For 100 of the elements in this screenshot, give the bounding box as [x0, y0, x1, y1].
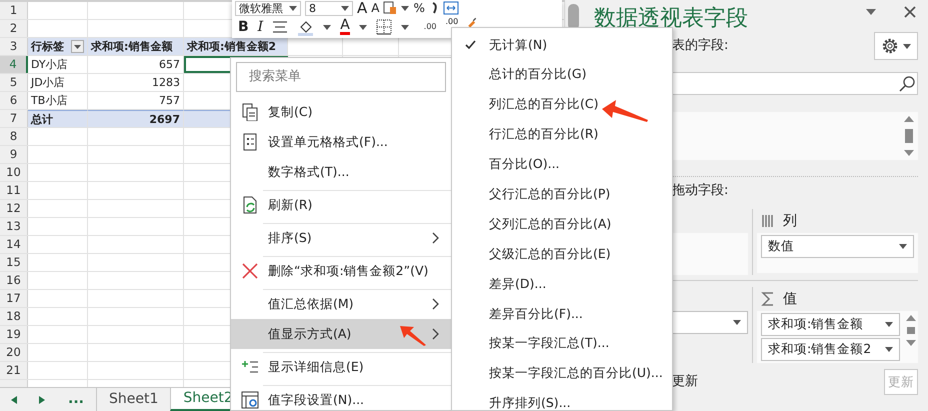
sum-icon	[761, 292, 775, 306]
refresh-icon	[240, 196, 258, 214]
font-color-button[interactable]: A	[340, 19, 350, 35]
format-button[interactable]: .00	[446, 17, 458, 26]
table-cell: DY小店	[31, 58, 68, 71]
field-dropdown[interactable]: 数值	[761, 235, 914, 258]
column-header: 行标签	[31, 40, 64, 53]
field-dropdown[interactable]: 求和项:销售金额2	[761, 338, 900, 361]
caret-icon[interactable]	[400, 24, 409, 30]
menu-item[interactable]: 差异百分比(F)...	[452, 299, 672, 329]
table-cell: 总计	[28, 110, 88, 127]
table-cell: JD小店	[31, 76, 65, 89]
row-number: 15	[0, 254, 28, 271]
field-settings-icon	[240, 391, 258, 409]
scrollbar-icon[interactable]	[906, 315, 916, 347]
search-icon	[899, 76, 915, 92]
column-header: 求和项:销售金额2	[184, 38, 288, 55]
field-dropdown[interactable]	[672, 311, 748, 334]
bold-button[interactable]: B	[238, 20, 249, 34]
menu-item[interactable]: 值显示方式(A)	[231, 319, 451, 349]
settings-icon	[881, 37, 899, 55]
caret-icon	[903, 44, 911, 48]
menu-item[interactable]: 设置单元格格式(F)...	[231, 127, 451, 157]
caret-icon	[899, 244, 907, 249]
row-number: 8	[0, 128, 28, 145]
row-number: 9	[0, 146, 28, 163]
copy-icon	[240, 103, 258, 121]
menu-item[interactable]: 父列汇总的百分比(A)	[452, 209, 672, 240]
font-shrink-button[interactable]: A	[371, 2, 380, 14]
row-number: 4	[0, 56, 28, 73]
caret-icon[interactable]	[401, 6, 410, 10]
menu-item[interactable]: 按某一字段汇总(T)...	[452, 328, 672, 359]
italic-button[interactable]: I	[258, 20, 264, 34]
menu-item[interactable]: 总计的百分比(G)	[452, 60, 672, 90]
row-number: 7	[0, 110, 28, 127]
close-icon[interactable]	[904, 6, 916, 18]
chevron-right-icon	[432, 298, 439, 310]
wrap-icon[interactable]	[442, 1, 459, 15]
menu-item[interactable]: 百分比(O)...	[452, 150, 672, 180]
row-number: 16	[0, 272, 28, 289]
table-cell: TB小店	[31, 94, 68, 107]
section-label: 拖动字段:	[672, 183, 728, 198]
chevron-right-icon	[432, 328, 439, 340]
filter-button[interactable]	[71, 40, 84, 53]
caret-icon[interactable]	[341, 6, 349, 10]
menu-item[interactable]: 无计算(N)	[452, 30, 672, 60]
menu-item[interactable]: 行汇总的百分比(R)	[452, 120, 672, 150]
decimal-button[interactable]: .00	[418, 21, 437, 33]
format-cells-icon	[240, 133, 258, 151]
caret-icon	[885, 322, 893, 327]
menu-item[interactable]: 数字格式(T)...	[231, 157, 451, 187]
more-sheets-button[interactable]: ...	[56, 388, 96, 411]
field-dropdown[interactable]: 求和项:销售金额	[761, 313, 900, 336]
row-number: 21	[0, 362, 28, 379]
row-number: 17	[0, 290, 28, 307]
font-grow-button[interactable]: A	[357, 0, 368, 16]
delete-icon	[240, 262, 258, 280]
row-number: 12	[0, 200, 28, 217]
annotation-arrow	[600, 98, 650, 124]
columns-icon	[761, 214, 775, 228]
search-field[interactable]	[672, 72, 918, 95]
checkbox-label: 更新	[672, 373, 698, 392]
font-name-field[interactable]: 微软雅黑	[235, 0, 301, 16]
row-number: 14	[0, 236, 28, 253]
border-icon[interactable]	[376, 19, 392, 35]
caret-icon[interactable]	[323, 24, 332, 30]
fill-color-icon[interactable]	[297, 18, 314, 36]
menu-item[interactable]: 差异(D)...	[452, 269, 672, 300]
pane-title: 数据透视表字段	[593, 5, 748, 33]
table-cell: 1283	[152, 76, 180, 89]
menu-item[interactable]: 升序排列(S)...	[452, 388, 672, 410]
menu-item[interactable]: 按某一字段汇总的百分比(U)...	[452, 358, 672, 389]
align-center-icon[interactable]	[272, 19, 288, 35]
font-size-field[interactable]: 8	[305, 0, 353, 16]
caret-icon[interactable]	[289, 6, 297, 10]
format-button[interactable]: %	[413, 2, 425, 14]
row-number: 11	[0, 182, 28, 199]
style-icon[interactable]	[383, 1, 398, 15]
caret-icon	[74, 44, 81, 48]
caret-icon	[733, 320, 741, 325]
scrollbar-icon[interactable]	[904, 116, 914, 156]
caret-icon[interactable]	[358, 24, 367, 30]
dropdown-icon[interactable]	[866, 9, 876, 15]
table-cell: 757	[159, 94, 180, 107]
search-field[interactable]: 搜索菜单	[236, 62, 446, 92]
menu-item[interactable]: 复制(C)	[231, 97, 451, 127]
settings-button[interactable]	[874, 32, 918, 60]
chevron-right-icon	[432, 232, 439, 244]
menu-item[interactable]: 父级汇总的百分比(E)	[452, 239, 672, 270]
check-icon	[465, 40, 476, 50]
table-cell: 2697	[88, 110, 184, 127]
row-number: 5	[0, 74, 28, 91]
caret-icon	[885, 347, 893, 352]
row-number: 18	[0, 308, 28, 325]
brush-icon[interactable]	[467, 17, 478, 27]
menu-item[interactable]: 列汇总的百分比(C)	[452, 90, 672, 120]
area-title: 值	[783, 290, 797, 308]
row-number: 19	[0, 326, 28, 343]
menu-item[interactable]: 父行汇总的百分比(P)	[452, 179, 672, 210]
row-number: 13	[0, 218, 28, 235]
